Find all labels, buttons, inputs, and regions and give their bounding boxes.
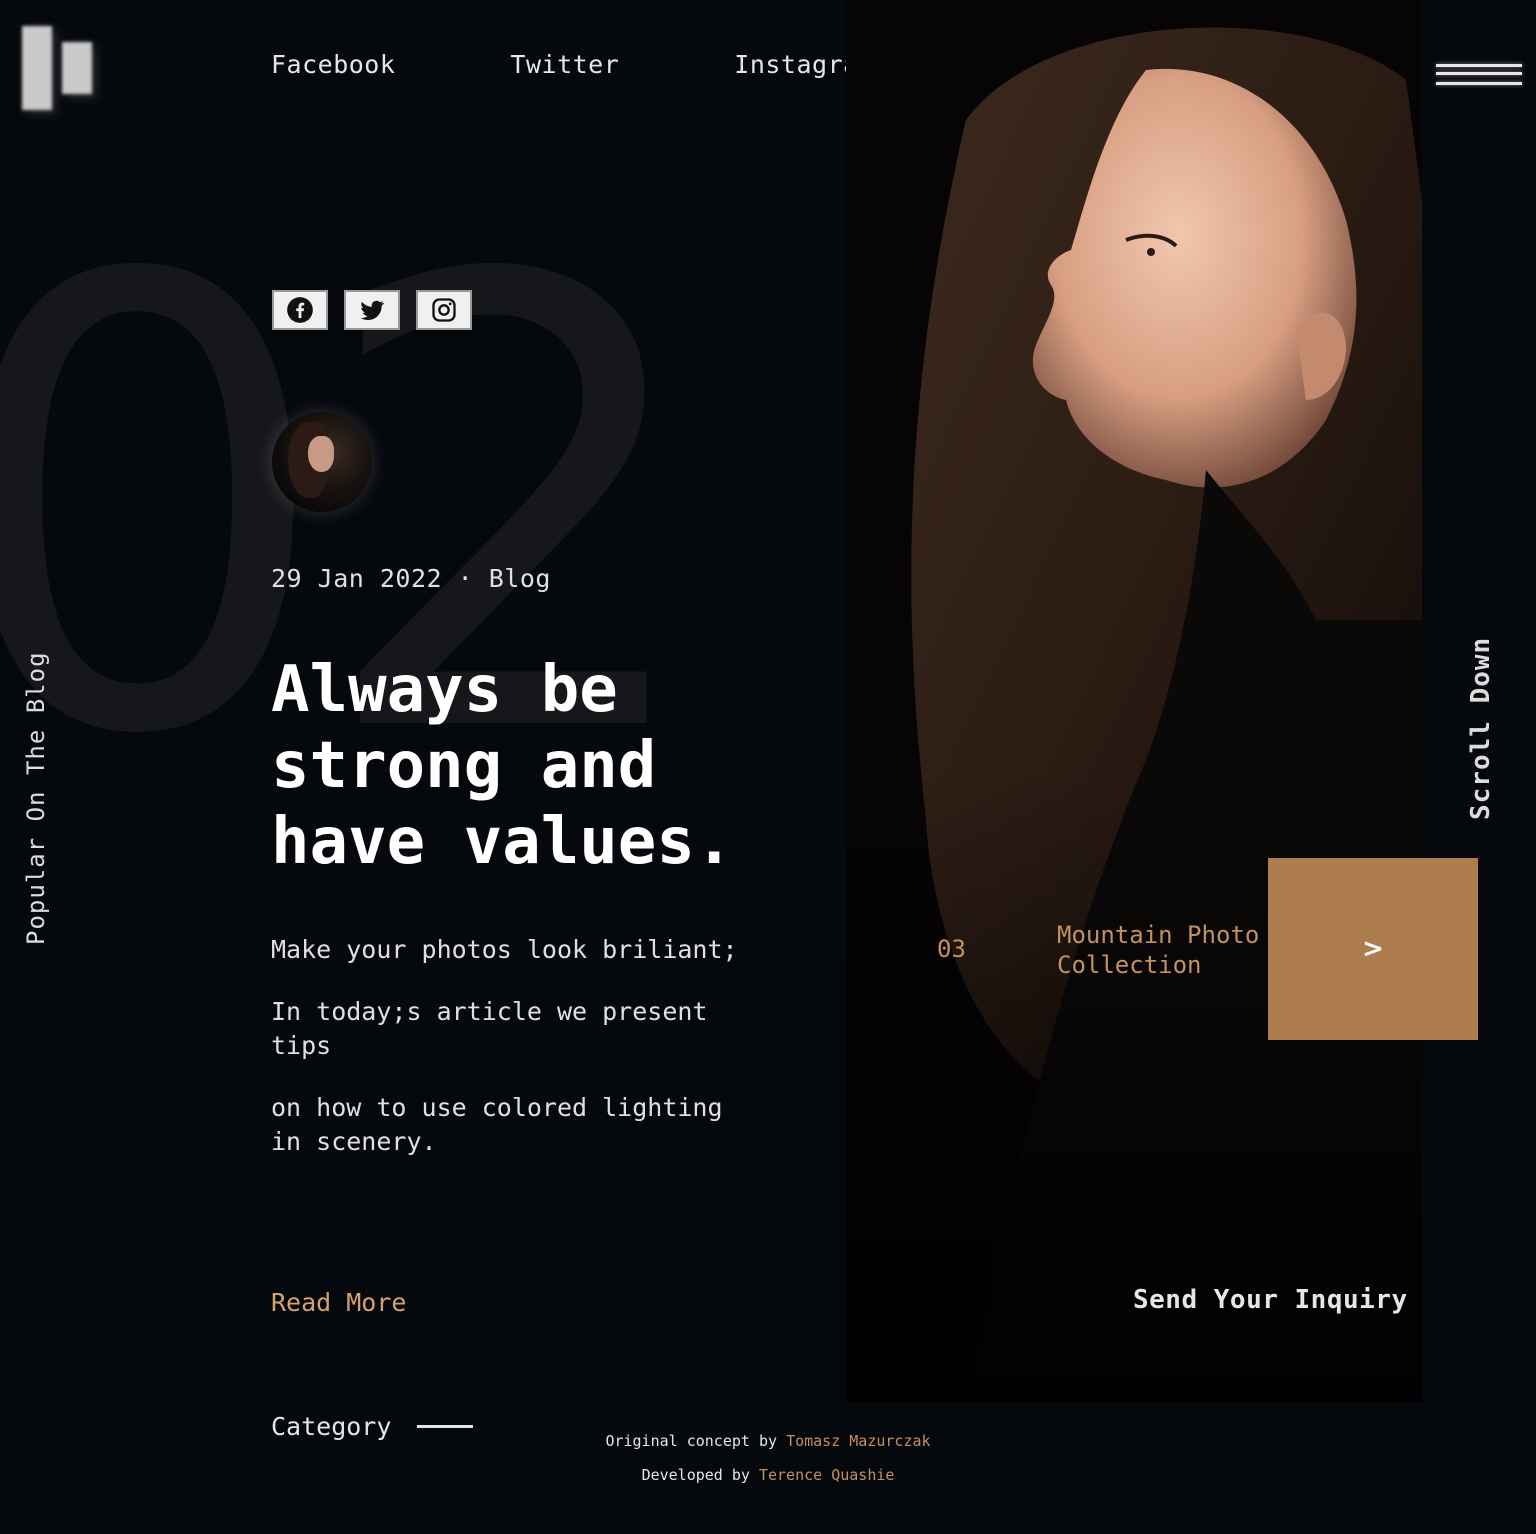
scroll-down-label[interactable]: Scroll Down (1466, 637, 1496, 820)
category-line (417, 1425, 474, 1428)
meta-separator: · (457, 564, 474, 593)
instagram-button[interactable] (416, 290, 472, 330)
excerpt-paragraph: on how to use colored lighting in scener… (271, 1093, 723, 1156)
category-label: Category (271, 1412, 392, 1441)
next-item-number: 03 (937, 935, 966, 963)
nav-link-facebook[interactable]: Facebook (271, 50, 395, 79)
read-more-link[interactable]: Read More (271, 1288, 406, 1317)
credit-concept-author[interactable]: Tomasz Mazurczak (786, 1432, 931, 1450)
next-item-title[interactable]: Mountain Photo Collection (1057, 920, 1277, 980)
side-label: Popular On The Blog (22, 651, 50, 945)
author-avatar[interactable] (272, 412, 372, 512)
facebook-icon (287, 297, 313, 323)
post-date: 29 Jan 2022 (271, 564, 443, 593)
post-title: Always be strong and have values. (271, 652, 791, 880)
page: 02 Facebook Twitter Instagram Popular On… (0, 0, 1536, 1534)
menu-icon[interactable] (1436, 62, 1522, 88)
menu-icon-line (1436, 82, 1522, 85)
logo-bar-right (62, 42, 92, 94)
credit-developer-name[interactable]: Terence Quashie (759, 1466, 894, 1484)
nav-link-twitter[interactable]: Twitter (510, 50, 619, 79)
logo-bar-left (22, 26, 52, 110)
hero-portrait (846, 0, 1422, 1402)
avatar-face (308, 436, 334, 472)
twitter-button[interactable] (344, 290, 400, 330)
send-inquiry-link[interactable]: Send Your Inquiry (1133, 1285, 1408, 1315)
post-title-line: strong and (271, 729, 657, 803)
instagram-icon (432, 298, 456, 322)
twitter-icon (360, 300, 385, 321)
post-meta: 29 Jan 2022 · Blog (271, 564, 551, 593)
credit-developer-prefix: Developed by (641, 1466, 750, 1484)
logo[interactable] (22, 26, 102, 116)
category-toggle[interactable]: Category (271, 1412, 474, 1441)
portrait-illustration (846, 0, 1422, 1402)
post-category[interactable]: Blog (489, 564, 551, 593)
menu-icon-line (1436, 72, 1522, 75)
facebook-button[interactable] (272, 290, 328, 330)
excerpt-paragraph: Make your photos look briliant; (271, 935, 738, 964)
post-excerpt: Make your photos look briliant; In today… (271, 933, 741, 1187)
menu-icon-line (1436, 64, 1522, 67)
post-title-line: have values. (271, 805, 734, 879)
chevron-right-icon: > (1362, 934, 1384, 964)
next-button[interactable]: > (1268, 858, 1478, 1040)
social-buttons (272, 290, 472, 330)
post-title-line: Always be (271, 653, 618, 727)
credit-concept-prefix: Original concept by (605, 1432, 778, 1450)
excerpt-paragraph: In today;s article we present tips (271, 997, 708, 1060)
credit-developer: Developed by Terence Quashie (540, 1458, 996, 1492)
credit-concept: Original concept by Tomasz Mazurczak (540, 1424, 996, 1458)
credits: Original concept by Tomasz Mazurczak Dev… (540, 1424, 996, 1492)
